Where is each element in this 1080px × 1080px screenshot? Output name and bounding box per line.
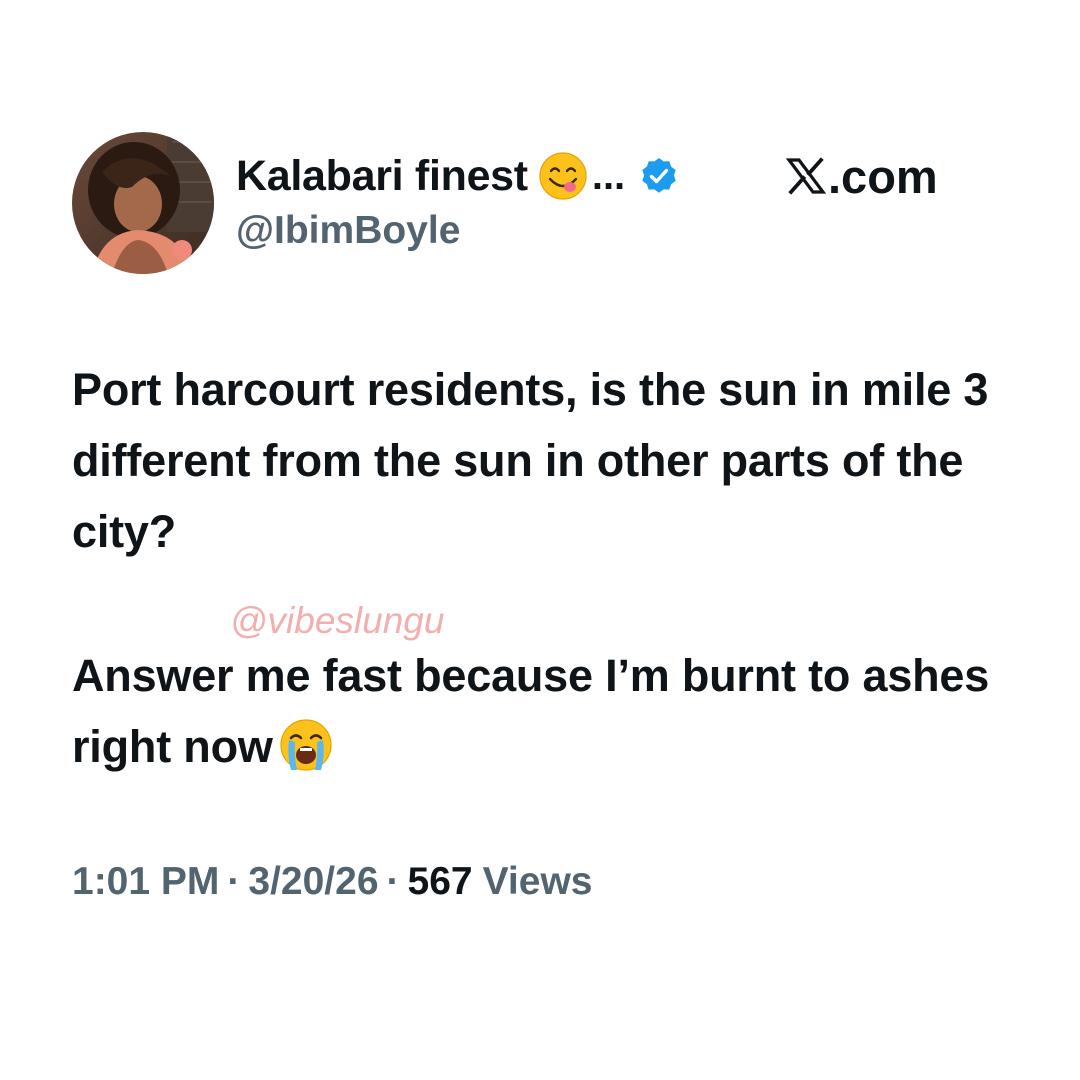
meta-separator: · (386, 860, 400, 903)
author-handle[interactable]: @IbimBoyle (236, 209, 460, 253)
x-logo-icon (786, 156, 826, 196)
avatar[interactable] (72, 132, 214, 274)
site-label: .com (786, 146, 938, 206)
site-label-text: .com (828, 149, 938, 203)
tweet-card: Kalabari finest ... .com @IbimBoyle Port… (0, 0, 1080, 1080)
views-label: Views (482, 860, 593, 903)
tweet-date[interactable]: 3/20/26 (248, 860, 378, 904)
meta-separator: · (227, 860, 241, 903)
verified-badge-icon (639, 156, 679, 196)
views-count: 567 (407, 860, 473, 903)
display-name-row[interactable]: Kalabari finest ... (236, 148, 679, 204)
tweet-time[interactable]: 1:01 PM (72, 860, 219, 904)
tweet-text-paragraph-1: Port harcourt residents, is the sun in m… (72, 364, 989, 557)
display-name[interactable]: Kalabari finest (236, 152, 528, 201)
watermark: @vibeslungu (230, 600, 445, 641)
name-ellipsis: ... (591, 153, 626, 198)
tweet-meta: 1:01 PM · 3/20/26 · 567 Views (72, 860, 592, 904)
tweet-text-paragraph-2: Answer me fast because I’m burnt to ashe… (72, 640, 992, 782)
face-savoring-food-icon (538, 151, 588, 201)
tweet-text-paragraph-2-text: Answer me fast because I’m burnt to ashe… (72, 650, 990, 772)
loudly-crying-face-icon (279, 718, 333, 772)
